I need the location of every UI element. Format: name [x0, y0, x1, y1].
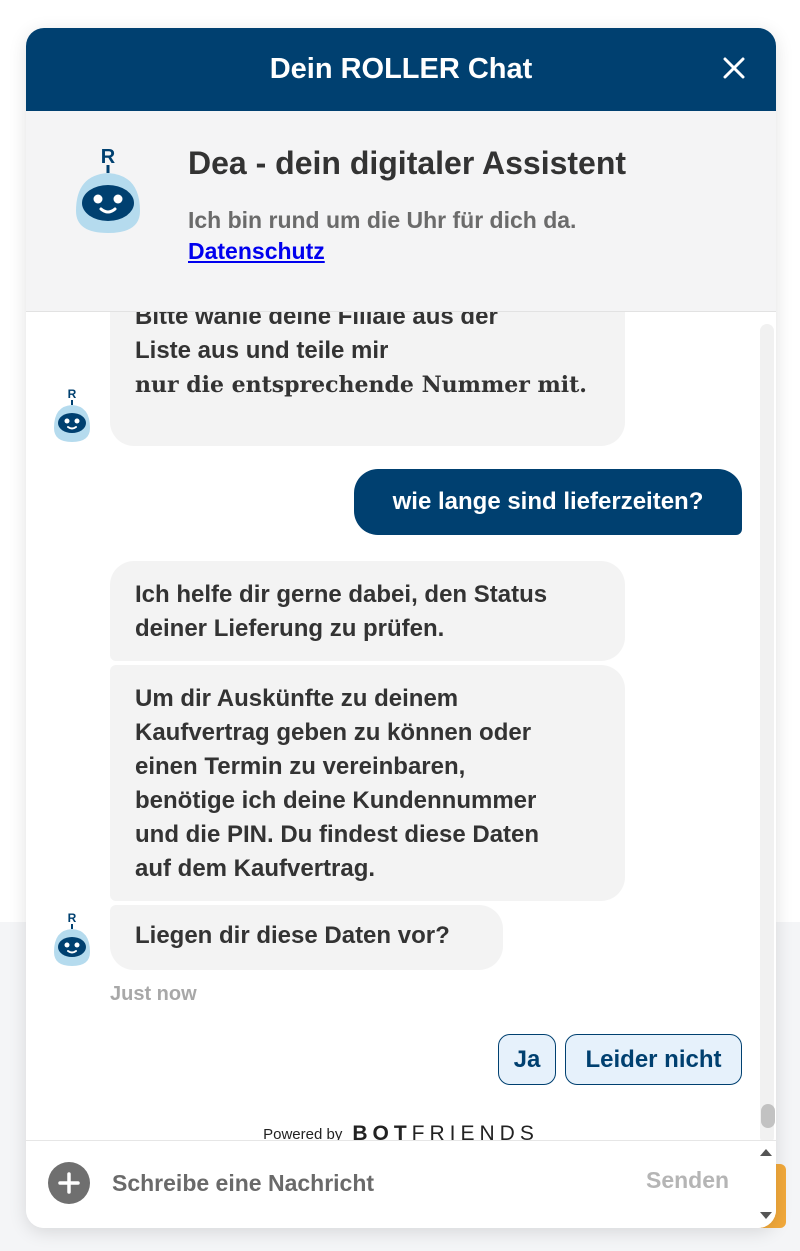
message-line: Kaufvertrag geben zu können oder [135, 719, 532, 746]
scrollbar-track[interactable] [760, 324, 774, 1144]
add-attachment-button[interactable] [48, 1162, 90, 1204]
privacy-link[interactable]: Datenschutz [188, 238, 325, 265]
bot-message: Bitte wähle deine Filiale aus der Liste … [110, 312, 625, 446]
bot-message: Ich helfe dir gerne dabei, den Status de… [110, 561, 625, 661]
robot-avatar-icon: R [76, 146, 140, 233]
message-line: Liste aus und teile mir [135, 337, 389, 364]
message-line: Um dir Auskünfte zu deinem [135, 685, 459, 712]
message-line: Bitte wähle deine Filiale aus der [135, 312, 498, 330]
send-button[interactable]: Senden [646, 1167, 729, 1194]
close-button[interactable] [716, 50, 752, 86]
logo-bold-part: BOT [352, 1122, 412, 1140]
user-message: wie lange sind lieferzeiten? [354, 469, 742, 535]
chat-header: Dein ROLLER Chat [26, 28, 776, 111]
message-line: und die PIN. Du findest diese Daten [135, 821, 540, 848]
message-input[interactable] [112, 1161, 632, 1205]
logo-light-part: FRIENDS [411, 1122, 539, 1140]
powered-by-label: Powered by [263, 1125, 343, 1141]
message-timestamp: Just now [110, 983, 197, 1005]
assistant-intro: R Dea - dein digitaler Assistent Ich bin… [26, 111, 776, 312]
powered-by: Powered by BOTFRIENDS [26, 1121, 776, 1140]
svg-text:R: R [68, 911, 77, 925]
message-line: benötige ich deine Kundennummer [135, 787, 537, 814]
svg-text:R: R [68, 387, 77, 401]
quick-reply-no[interactable]: Leider nicht [565, 1034, 742, 1085]
composer: Senden [26, 1140, 776, 1228]
message-line: Ich helfe dir gerne dabei, den Status [135, 581, 548, 608]
bot-avatar-icon: R [54, 911, 90, 966]
bot-message: Liegen dir diese Daten vor? [110, 905, 503, 970]
message-line: nur die entsprechende Nummer mit. [135, 372, 587, 398]
message-line: auf dem Kaufvertrag. [135, 855, 376, 882]
scroll-up-icon[interactable] [759, 1147, 773, 1157]
plus-circle-icon [58, 1172, 80, 1194]
assistant-name: Dea - dein digitaler Assistent [188, 145, 627, 181]
assistant-subtitle: Ich bin rund um die Uhr für dich da. [188, 207, 577, 233]
message-line: Liegen dir diese Daten vor? [135, 922, 450, 949]
chat-title: Dein ROLLER Chat [269, 53, 533, 85]
bot-avatar-icon: R [54, 387, 90, 442]
message-list[interactable]: Bitte wähle deine Filiale aus der Liste … [26, 312, 776, 1140]
svg-text:R: R [101, 146, 116, 168]
chat-window: Dein ROLLER Chat R Dea - dein digitaler … [26, 28, 776, 1228]
scrollbar-thumb[interactable] [761, 1104, 775, 1128]
message-line: deiner Lieferung zu prüfen. [135, 615, 445, 642]
quick-reply-yes[interactable]: Ja [498, 1034, 556, 1085]
scroll-down-icon[interactable] [759, 1211, 773, 1221]
close-icon [723, 57, 745, 79]
bot-message: Um dir Auskünfte zu deinem Kaufvertrag g… [110, 665, 625, 901]
message-line: einen Termin zu vereinbaren, [135, 753, 466, 780]
botfriends-logo: BOTFRIENDS [352, 1122, 539, 1140]
